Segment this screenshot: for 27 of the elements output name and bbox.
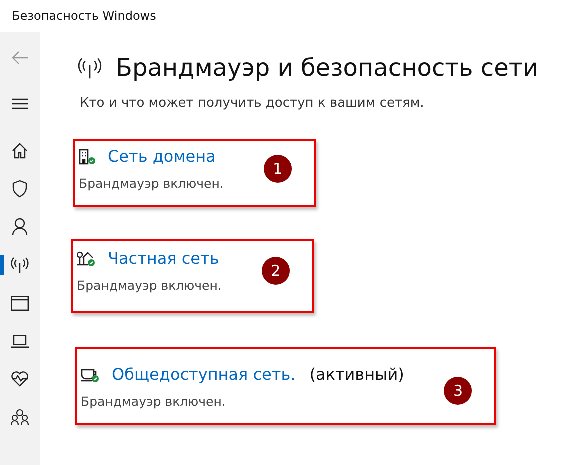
shield-icon — [12, 180, 28, 198]
building-check-icon — [79, 148, 96, 164]
active-label: (активный) — [310, 365, 404, 384]
home-icon — [12, 143, 28, 159]
firewall-status: Брандмауэр включен. — [79, 176, 224, 191]
family-icon — [11, 408, 29, 426]
network-link[interactable]: Сеть домена — [108, 147, 216, 166]
page-description: Кто и что может получить доступ к вашим сетям. — [80, 96, 426, 111]
network-link[interactable]: Общедоступная сеть. — [112, 365, 296, 384]
laptop-icon — [11, 334, 29, 348]
house-check-icon — [77, 250, 96, 266]
firewall-status: Брандмауэр включен. — [81, 394, 227, 409]
number-badge: 3 — [444, 377, 472, 405]
number-badge: 2 — [262, 257, 290, 285]
number-badge: 1 — [264, 155, 292, 183]
antenna-icon — [11, 257, 29, 273]
firewall-status: Брандмауэр включен. — [77, 278, 222, 293]
menu-icon — [12, 98, 28, 110]
coffee-cup-check-icon — [81, 366, 100, 382]
back-arrow-icon — [11, 51, 29, 65]
browser-window-icon — [11, 296, 29, 310]
page-title: Брандмауэр и безопасность сети — [116, 54, 538, 82]
antenna-icon — [78, 57, 102, 79]
window-title: Безопасность Windows — [12, 9, 156, 23]
network-link[interactable]: Частная сеть — [108, 249, 220, 268]
heart-pulse-icon — [11, 371, 29, 387]
person-icon — [12, 218, 28, 236]
